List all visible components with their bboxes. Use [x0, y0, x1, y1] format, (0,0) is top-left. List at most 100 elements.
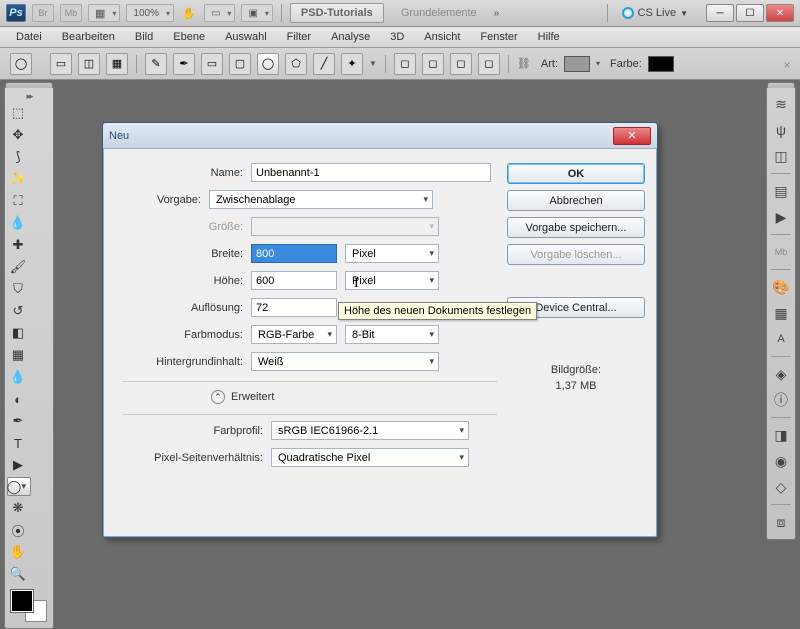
- info-panel-icon[interactable]: ⓘ: [770, 389, 792, 411]
- paths-panel-icon[interactable]: ◇: [770, 476, 792, 498]
- shape-layers-button[interactable]: ▭: [50, 53, 72, 75]
- navigator-panel-icon[interactable]: ◈: [770, 363, 792, 385]
- screenmode-dropdown[interactable]: ▣: [241, 4, 272, 22]
- magic-wand-tool[interactable]: ✨: [7, 169, 29, 189]
- fg-bg-color[interactable]: [7, 588, 51, 624]
- colormode-dropdown[interactable]: RGB-Farbe: [251, 325, 337, 344]
- color-panel-icon[interactable]: 🎨: [770, 276, 792, 298]
- pathop-add-button[interactable]: ◻: [394, 53, 416, 75]
- eyedropper-tool[interactable]: 💧: [7, 213, 29, 233]
- document-close-icon[interactable]: ×: [780, 58, 794, 72]
- window-close-button[interactable]: ✕: [766, 4, 794, 22]
- profile-dropdown[interactable]: sRGB IEC61966-2.1: [271, 421, 469, 440]
- menu-bild[interactable]: Bild: [125, 28, 163, 46]
- 3d-panel-icon[interactable]: ⧈: [770, 511, 792, 533]
- menu-bearbeiten[interactable]: Bearbeiten: [52, 28, 125, 46]
- dodge-tool[interactable]: ◐: [7, 389, 29, 409]
- cslive-button[interactable]: CS Live ▼: [616, 7, 694, 19]
- channels-panel-icon[interactable]: ◉: [770, 450, 792, 472]
- dialog-close-button[interactable]: ✕: [613, 127, 651, 145]
- crop-tool[interactable]: ⛶: [7, 191, 29, 211]
- cancel-button[interactable]: Abbrechen: [507, 190, 645, 211]
- healing-brush-tool[interactable]: ✚: [7, 235, 29, 255]
- ellipse-shape-tool[interactable]: ◯: [7, 477, 31, 496]
- resolution-input[interactable]: [251, 298, 337, 317]
- foreground-color-swatch[interactable]: [11, 590, 33, 612]
- par-dropdown[interactable]: Quadratische Pixel: [271, 448, 469, 467]
- rect-shape-button[interactable]: ▭: [201, 53, 223, 75]
- marquee-tool[interactable]: ⬚: [7, 103, 29, 123]
- paths-button[interactable]: ◫: [78, 53, 100, 75]
- character-panel-icon[interactable]: A: [770, 328, 792, 350]
- menu-ansicht[interactable]: Ansicht: [414, 28, 470, 46]
- workspace-tab-active[interactable]: PSD-Tutorials: [290, 3, 384, 23]
- more-workspaces-icon[interactable]: »: [494, 8, 497, 19]
- preset-dropdown[interactable]: Zwischenablage: [209, 190, 433, 209]
- 3d-tool[interactable]: ❋: [7, 498, 29, 518]
- advanced-toggle[interactable]: ⌃ Erweitert: [123, 384, 497, 408]
- custom-shape-button[interactable]: ✦: [341, 53, 363, 75]
- name-input[interactable]: [251, 163, 491, 182]
- brush-tool[interactable]: 🖌: [7, 257, 29, 277]
- layers-panel-icon[interactable]: ◨: [770, 424, 792, 446]
- bgcontent-dropdown[interactable]: Weiß: [251, 352, 439, 371]
- roundrect-shape-button[interactable]: ▢: [229, 53, 251, 75]
- window-minimize-button[interactable]: ─: [706, 4, 734, 22]
- menu-analyse[interactable]: Analyse: [321, 28, 380, 46]
- blur-tool[interactable]: 💧: [7, 367, 29, 387]
- workspace-tab[interactable]: Grundelemente: [390, 3, 488, 23]
- line-shape-button[interactable]: ╱: [313, 53, 335, 75]
- link-icon[interactable]: ⛓: [517, 57, 531, 70]
- menu-ebene[interactable]: Ebene: [163, 28, 215, 46]
- height-input[interactable]: [251, 271, 337, 290]
- pathop-intersect-button[interactable]: ◻: [450, 53, 472, 75]
- pen-tool[interactable]: ✒: [7, 411, 29, 431]
- swatches-panel-icon[interactable]: ▦: [770, 302, 792, 324]
- move-tool[interactable]: ✥: [7, 125, 29, 145]
- farbe-swatch[interactable]: [648, 56, 674, 72]
- art-swatch[interactable]: [564, 56, 590, 72]
- window-maximize-button[interactable]: ☐: [736, 4, 764, 22]
- clone-stamp-tool[interactable]: ⛉: [7, 279, 29, 299]
- polygon-shape-button[interactable]: ⬠: [285, 53, 307, 75]
- path-select-tool[interactable]: ▶: [7, 455, 29, 475]
- view-extras-dropdown[interactable]: ▦: [88, 4, 120, 22]
- menu-3d[interactable]: 3D: [380, 28, 414, 46]
- pen-shape-icon[interactable]: ✎: [145, 53, 167, 75]
- eraser-tool[interactable]: ◧: [7, 323, 29, 343]
- fill-pixels-button[interactable]: ▦: [106, 53, 128, 75]
- chevron-down-icon[interactable]: ▾: [596, 59, 600, 68]
- pathop-exclude-button[interactable]: ◻: [478, 53, 500, 75]
- freeform-pen-icon[interactable]: ✒: [173, 53, 195, 75]
- menu-auswahl[interactable]: Auswahl: [215, 28, 277, 46]
- zoom-tool[interactable]: 🔍: [7, 564, 29, 584]
- actions-panel-icon[interactable]: ▶: [770, 206, 792, 228]
- ok-button[interactable]: OK: [507, 163, 645, 184]
- gradient-tool[interactable]: ▦: [7, 345, 29, 365]
- 3d-camera-tool[interactable]: ⦿: [7, 520, 29, 540]
- menu-hilfe[interactable]: Hilfe: [528, 28, 570, 46]
- history-brush-tool[interactable]: ↺: [7, 301, 29, 321]
- minibridge-panel-icon[interactable]: Mb: [770, 241, 792, 263]
- menu-fenster[interactable]: Fenster: [470, 28, 527, 46]
- styles-panel-icon[interactable]: ◫: [770, 145, 792, 167]
- brushes-panel-icon[interactable]: ψ: [770, 119, 792, 141]
- type-tool[interactable]: T: [7, 433, 29, 453]
- hand-tool[interactable]: ✋: [7, 542, 29, 562]
- arrange-dropdown[interactable]: ▭: [204, 4, 235, 22]
- chevron-down-icon[interactable]: ▼: [369, 59, 377, 68]
- menu-filter[interactable]: Filter: [277, 28, 321, 46]
- zoom-dropdown[interactable]: 100%: [126, 4, 174, 22]
- hand-icon[interactable]: ✋: [180, 4, 198, 22]
- save-preset-button[interactable]: Vorgabe speichern...: [507, 217, 645, 238]
- lasso-tool[interactable]: ⟆: [7, 147, 29, 167]
- width-input[interactable]: [251, 244, 337, 263]
- minibridge-button[interactable]: Mb: [60, 4, 82, 22]
- adjustments-panel-icon[interactable]: ≋: [770, 93, 792, 115]
- bitdepth-dropdown[interactable]: 8-Bit: [345, 325, 439, 344]
- dialog-titlebar[interactable]: Neu ✕: [103, 123, 657, 149]
- bridge-button[interactable]: Br: [32, 4, 54, 22]
- pathop-subtract-button[interactable]: ◻: [422, 53, 444, 75]
- height-unit-dropdown[interactable]: Pixel: [345, 271, 439, 290]
- ellipse-shape-button[interactable]: ◯: [257, 53, 279, 75]
